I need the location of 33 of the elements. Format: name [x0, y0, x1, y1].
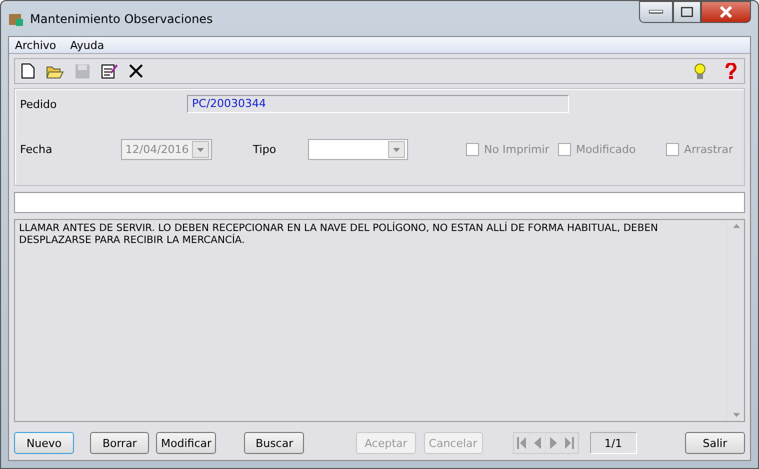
window-title: Mantenimiento Observaciones [30, 12, 213, 26]
folder-icon[interactable] [46, 64, 64, 78]
edit-document-icon[interactable] [101, 63, 118, 79]
field-label: Fecha [20, 143, 54, 156]
minimize-icon [649, 10, 663, 14]
action-button[interactable]: Buscar [244, 432, 304, 454]
minimize-button[interactable] [639, 1, 673, 23]
order-field: PC/20030344 [187, 95, 569, 113]
close-button[interactable] [701, 1, 751, 23]
cross-icon[interactable] [129, 64, 144, 78]
scroll-down-icon[interactable] [732, 413, 740, 417]
new-document-icon[interactable] [21, 63, 35, 79]
menu-item[interactable]: Ayuda [70, 38, 104, 52]
lightbulb-icon[interactable] [693, 62, 707, 80]
observation-text: LLAMAR ANTES DE SERVIR. LO DEBEN RECEPCIONAR EN LA NAVE DEL POLÍGONO, NO ESTAN ALLÍ DE FORMA HABITUAL, DEBEN DESPLAZARSE PARA RECIBIR LA MERCANCÍA. [18, 220, 659, 248]
dropdown-arrow-icon [196, 148, 204, 152]
action-button[interactable]: Nuevo [14, 432, 74, 454]
maximize-icon [681, 7, 693, 17]
close-icon [719, 6, 733, 18]
scroll-up-icon[interactable] [732, 224, 740, 228]
action-button[interactable]: Modificar [156, 432, 216, 454]
action-button[interactable]: Borrar [90, 432, 150, 454]
field-label: Pedido [20, 98, 58, 110]
text-area[interactable]: LLAMAR ANTES DE SERVIR. LO DEBEN RECEPCIONAR EN LA NAVE DEL POLÍGONO, NO ESTAN ALLÍ DE FORMA HABITUAL, DEBEN DESPLAZARSE PARA RECIBIR LA MERCANCÍA. [14, 219, 745, 422]
input-field[interactable] [14, 192, 745, 213]
exit-button[interactable]: Salir [684, 432, 745, 454]
maximize-button[interactable] [673, 1, 701, 23]
menu-item[interactable]: Archivo [15, 38, 56, 52]
record-position: 1/1 [590, 432, 637, 454]
field-label: Tipo [252, 143, 278, 156]
help-icon[interactable] [724, 63, 738, 79]
type-dropdown[interactable] [308, 139, 408, 160]
dropdown-arrow-icon [393, 148, 400, 152]
